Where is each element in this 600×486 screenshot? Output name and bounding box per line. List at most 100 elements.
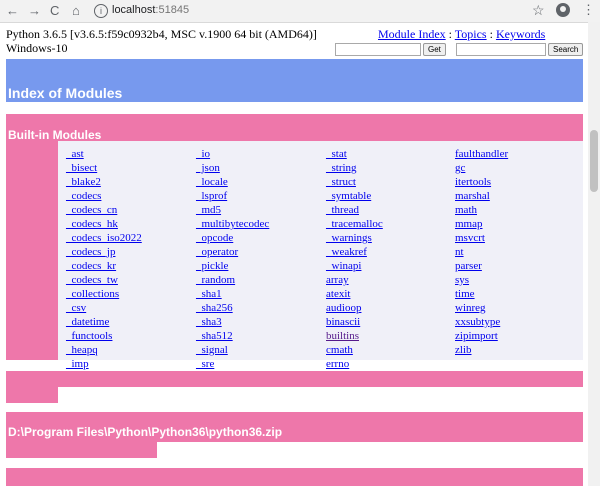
module-link[interactable]: _md5 — [196, 203, 269, 217]
module-link[interactable]: marshal — [455, 189, 508, 203]
module-link[interactable]: zipimport — [455, 329, 508, 343]
module-link[interactable]: _imp — [66, 357, 142, 371]
module-link[interactable]: zlib — [455, 343, 508, 357]
module-link[interactable]: winreg — [455, 301, 508, 315]
module-column-4: faulthandler gc itertools marshal math mmap ms… — [455, 147, 508, 357]
zip-section-header: D:\Program Files\Python\Python36\python3… — [6, 412, 583, 442]
section-title: D:\Program Files\Python\Python36\python3… — [8, 425, 283, 439]
scrollbar-thumb[interactable] — [590, 130, 598, 192]
page-title: Index of Modules — [8, 85, 123, 101]
module-link[interactable]: _stat — [326, 147, 383, 161]
module-index-link[interactable]: Module Index — [378, 27, 446, 41]
bookmark-star-icon[interactable]: ☆ — [532, 2, 545, 19]
empty-section-header — [6, 371, 583, 387]
module-link[interactable]: audioop — [326, 301, 383, 315]
module-link[interactable]: atexit — [326, 287, 383, 301]
top-links: Module Index : Topics : Keywords — [378, 27, 545, 41]
module-link[interactable]: _tracemalloc — [326, 217, 383, 231]
reload-icon[interactable]: C — [50, 3, 59, 19]
module-link[interactable]: msvcrt — [455, 231, 508, 245]
module-link[interactable]: _codecs — [66, 189, 142, 203]
module-link[interactable]: mmap — [455, 217, 508, 231]
module-link[interactable]: itertools — [455, 175, 508, 189]
module-column-2: _io _json _locale _lsprof _md5 _multibytecode… — [196, 147, 269, 371]
module-link[interactable]: time — [455, 287, 508, 301]
module-link[interactable]: gc — [455, 161, 508, 175]
module-link[interactable]: builtins — [326, 329, 383, 343]
module-link[interactable]: parser — [455, 259, 508, 273]
module-link[interactable]: _random — [196, 273, 269, 287]
info-icon[interactable]: i — [94, 4, 108, 18]
module-column-1: _ast _bisect _blake2 _codecs _codecs_cn _code… — [66, 147, 142, 371]
module-link[interactable]: xxsubtype — [455, 315, 508, 329]
module-link[interactable]: _collections — [66, 287, 142, 301]
section-margin-strip — [6, 141, 58, 360]
get-button[interactable]: Get — [423, 42, 446, 56]
module-link[interactable]: _locale — [196, 175, 269, 189]
module-link[interactable]: _sha512 — [196, 329, 269, 343]
python-version-line: Python 3.6.5 [v3.6.5:f59c0932b4, MSC v.1… — [6, 27, 317, 41]
platform-line: Windows-10 — [6, 41, 68, 55]
module-link[interactable]: _struct — [326, 175, 383, 189]
module-link[interactable]: errno — [326, 357, 383, 371]
topics-link[interactable]: Topics — [455, 27, 487, 41]
module-link[interactable]: _codecs_jp — [66, 245, 142, 259]
module-link[interactable]: _codecs_tw — [66, 273, 142, 287]
browser-toolbar: ← → C ⌂ i localhost:51845 ☆ ⋮ — [0, 0, 600, 23]
module-link[interactable]: _io — [196, 147, 269, 161]
module-link[interactable]: _string — [326, 161, 383, 175]
module-link[interactable]: _codecs_cn — [66, 203, 142, 217]
kebab-menu-icon[interactable]: ⋮ — [582, 2, 595, 18]
module-link[interactable]: _csv — [66, 301, 142, 315]
module-link[interactable]: math — [455, 203, 508, 217]
module-column-3: _stat _string _struct _symtable _thread _trac… — [326, 147, 383, 371]
account-icon[interactable] — [556, 3, 570, 17]
module-link[interactable]: _weakref — [326, 245, 383, 259]
module-link[interactable]: nt — [455, 245, 508, 259]
search-button[interactable]: Search — [548, 42, 584, 56]
module-link[interactable]: _thread — [326, 203, 383, 217]
keywords-link[interactable]: Keywords — [496, 27, 545, 41]
module-link[interactable]: _sha3 — [196, 315, 269, 329]
module-link[interactable]: binascii — [326, 315, 383, 329]
vertical-scrollbar[interactable] — [588, 22, 600, 486]
home-icon[interactable]: ⌂ — [72, 3, 80, 19]
module-link[interactable]: _functools — [66, 329, 142, 343]
module-link[interactable]: _codecs_iso2022 — [66, 231, 142, 245]
module-link[interactable]: faulthandler — [455, 147, 508, 161]
get-input[interactable] — [335, 42, 421, 56]
module-link[interactable]: _winapi — [326, 259, 383, 273]
module-link[interactable]: _sha256 — [196, 301, 269, 315]
module-link[interactable]: _signal — [196, 343, 269, 357]
module-link[interactable]: _heapq — [66, 343, 142, 357]
module-link[interactable]: _sha1 — [196, 287, 269, 301]
module-link[interactable]: _pickle — [196, 259, 269, 273]
module-link[interactable]: array — [326, 273, 383, 287]
module-link[interactable]: _warnings — [326, 231, 383, 245]
module-link[interactable]: _blake2 — [66, 175, 142, 189]
module-link[interactable]: cmath — [326, 343, 383, 357]
module-link[interactable]: _multibytecodec — [196, 217, 269, 231]
address-bar[interactable]: localhost:51845 — [112, 4, 189, 16]
module-link[interactable]: _codecs_hk — [66, 217, 142, 231]
module-link[interactable]: _datetime — [66, 315, 142, 329]
module-link[interactable]: _bisect — [66, 161, 142, 175]
back-arrow-icon[interactable]: ← — [6, 3, 19, 19]
search-form: Search — [456, 40, 584, 58]
module-link[interactable]: _operator — [196, 245, 269, 259]
module-link[interactable]: _opcode — [196, 231, 269, 245]
module-link[interactable]: sys — [455, 273, 508, 287]
module-link[interactable]: _lsprof — [196, 189, 269, 203]
search-input[interactable] — [456, 42, 546, 56]
module-link[interactable]: _ast — [66, 147, 142, 161]
section-margin-strip — [6, 387, 58, 403]
index-header: Index of Modules — [6, 59, 583, 102]
module-link[interactable]: _symtable — [326, 189, 383, 203]
url-host: localhost — [112, 4, 156, 16]
next-section-header — [6, 468, 583, 486]
module-link[interactable]: _sre — [196, 357, 269, 371]
link-separator: : — [445, 27, 455, 41]
module-link[interactable]: _codecs_kr — [66, 259, 142, 273]
forward-arrow-icon[interactable]: → — [28, 3, 41, 19]
module-link[interactable]: _json — [196, 161, 269, 175]
